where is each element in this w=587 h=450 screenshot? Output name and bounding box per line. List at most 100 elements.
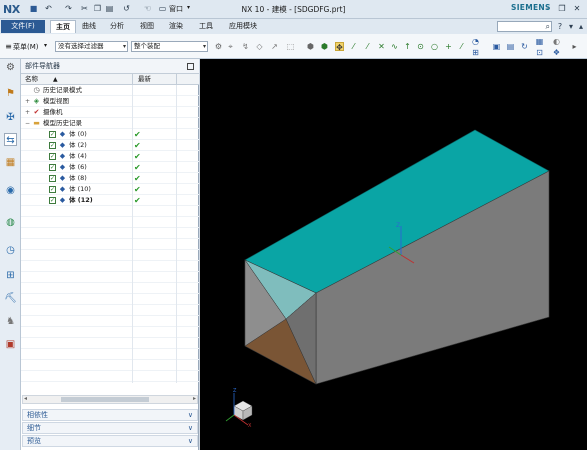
details-panel[interactable]: 细节 ∨ <box>22 422 198 434</box>
maximize-icon[interactable] <box>187 63 194 70</box>
tree-row-label: 摄像机 <box>43 108 63 116</box>
background-icon[interactable]: ◐ <box>552 37 561 46</box>
tab-render[interactable]: 渲染 <box>167 20 185 33</box>
render-style-icon[interactable]: ▦ <box>535 37 544 46</box>
end-point-icon[interactable]: ⁄ <box>349 42 358 51</box>
column-latest[interactable]: 最新 <box>138 74 151 85</box>
dependencies-panel[interactable]: 相依性 ∨ <box>22 409 198 421</box>
tree-row[interactable]: + ✔ 摄像机 <box>21 107 199 118</box>
suppress-checkbox[interactable]: ✓ <box>49 164 56 171</box>
select-body-icon[interactable]: ⬢ <box>306 42 315 51</box>
tree-row[interactable]: ✓ ◆ 体 (2) ✔ <box>21 140 199 151</box>
arc-center-icon[interactable]: ↑ <box>403 42 412 51</box>
tree-row[interactable]: ✓ ◆ 体 (10) ✔ <box>21 184 199 195</box>
fit-icon[interactable]: ▤ <box>506 42 515 51</box>
expand-icon[interactable]: + <box>24 96 31 107</box>
sort-ascending-icon[interactable]: ▲ <box>53 74 58 85</box>
tree-row[interactable]: ✓ ◆ 体 (8) ✔ <box>21 173 199 184</box>
tree-row[interactable]: ✓ ◆ 体 (4) ✔ <box>21 151 199 162</box>
suppress-checkbox[interactable]: ✓ <box>49 197 56 204</box>
tree-row[interactable]: ✓ ◆ 体 (0) ✔ <box>21 129 199 140</box>
chevron-down-icon[interactable]: ∨ <box>188 436 193 446</box>
preview-panel[interactable]: 预览 ∨ <box>22 435 198 447</box>
assembly-navigator-icon[interactable]: ⚑ <box>4 87 17 100</box>
selection-intent-icon[interactable]: ⚙ <box>214 42 223 51</box>
history-mode-icon: ◷ <box>33 86 40 94</box>
tab-tools[interactable]: 工具 <box>197 20 215 33</box>
manufacturing-wizard-icon[interactable]: ⛏ <box>4 292 17 305</box>
edge-display-icon[interactable]: ⊡ <box>535 48 544 57</box>
graphics-window[interactable]: Z Z X <box>200 59 587 450</box>
rectangle-select-icon[interactable]: ⬚ <box>286 42 295 51</box>
tab-application[interactable]: 应用模块 <box>226 20 260 33</box>
assembly-scope-select[interactable]: 整个装配 ▾ <box>131 41 208 52</box>
chevron-down-icon[interactable]: ▾ <box>566 21 576 32</box>
snap-point-icon[interactable]: ✥ <box>335 42 344 52</box>
selection-filter-select[interactable]: 没有选择过滤器 ▾ <box>55 41 128 52</box>
svg-text:X: X <box>248 423 252 429</box>
help-icon[interactable]: ? <box>555 21 565 32</box>
horizontal-scrollbar[interactable]: ◂ ▸ <box>22 395 198 404</box>
roles-icon[interactable]: ♞ <box>4 315 17 328</box>
suppress-checkbox[interactable]: ✓ <box>49 186 56 193</box>
close-button[interactable]: ✕ <box>572 3 582 14</box>
suppress-checkbox[interactable]: ✓ <box>49 131 56 138</box>
restore-button[interactable]: ❐ <box>557 3 567 14</box>
expand-icon[interactable]: + <box>24 107 31 118</box>
suppress-checkbox[interactable]: ✓ <box>49 153 56 160</box>
tree-row[interactable]: ◷ 历史记录模式 <box>21 85 199 96</box>
system-materials-icon[interactable]: ▣ <box>4 338 17 351</box>
select-feature-icon[interactable]: ⌖ <box>226 42 235 51</box>
scroll-thumb[interactable] <box>61 397 149 402</box>
ribbon-options-icon[interactable]: ▴ <box>576 21 586 32</box>
suppress-checkbox[interactable]: ✓ <box>49 175 56 182</box>
toolbar-options-icon[interactable]: ▸ <box>570 42 579 51</box>
web-browser-icon[interactable]: ◍ <box>4 216 17 229</box>
chevron-down-icon[interactable]: ▾ <box>44 42 47 49</box>
intersection-point-icon[interactable]: ∿ <box>390 42 399 51</box>
scroll-right-icon[interactable]: ▸ <box>193 395 196 402</box>
rotate-icon[interactable]: ↻ <box>520 42 529 51</box>
suppress-checkbox[interactable]: ✓ <box>49 142 56 149</box>
command-finder-input[interactable]: ⌕ <box>497 21 552 32</box>
tab-analysis[interactable]: 分析 <box>108 20 126 33</box>
quadrant-point-icon[interactable]: ○ <box>430 42 439 51</box>
tab-home[interactable]: 主页 <box>50 20 76 33</box>
history-icon[interactable]: ◷ <box>4 244 17 257</box>
scroll-left-icon[interactable]: ◂ <box>24 395 27 402</box>
search-icon[interactable]: ⌕ <box>546 22 550 32</box>
tree-row[interactable]: ✓ ◆ 体 (6) ✔ <box>21 162 199 173</box>
point-on-curve-icon[interactable]: ⁄ <box>457 42 466 51</box>
chevron-down-icon[interactable]: ∨ <box>188 423 193 433</box>
tree-row[interactable]: − ▬ 模型历史记录 <box>21 118 199 129</box>
control-point-icon[interactable]: ✕ <box>377 42 386 51</box>
select-curve-icon[interactable]: ↯ <box>241 42 250 51</box>
existing-point-icon[interactable]: + <box>444 42 453 51</box>
reuse-library-icon[interactable]: ▦ <box>4 156 17 169</box>
select-edge-icon[interactable]: ↗ <box>270 42 279 51</box>
select-face-icon[interactable]: ◇ <box>255 42 264 51</box>
tree-row[interactable]: ✓ ◆ 体 (12) ✔ <box>21 195 199 206</box>
menu-button[interactable]: 菜单(M) <box>13 42 39 52</box>
visibility-icon[interactable]: ❖ <box>552 48 561 57</box>
arc-point-icon[interactable]: ⊙ <box>416 42 425 51</box>
collapse-icon[interactable]: − <box>24 118 31 129</box>
tree-row[interactable]: + ◈ 模型视图 <box>21 96 199 107</box>
point-on-face-icon[interactable]: ◔ <box>471 37 480 46</box>
hd3d-tools-icon[interactable]: ◉ <box>4 184 17 197</box>
constraint-navigator-icon[interactable]: ✠ <box>4 111 17 124</box>
menu-icon[interactable]: ≡ <box>4 42 13 51</box>
file-menu[interactable]: 文件(F) <box>1 20 45 33</box>
column-name[interactable]: 名称 <box>25 74 38 85</box>
chevron-down-icon[interactable]: ∨ <box>188 410 193 420</box>
mid-point-icon[interactable]: ⁄ <box>363 42 372 51</box>
settings-icon[interactable]: ⚙ <box>4 61 17 74</box>
snap-toggle-icon[interactable]: ⬢ <box>320 42 329 51</box>
orient-view-icon[interactable]: ▣ <box>492 42 501 51</box>
bounded-grid-icon[interactable]: ⊞ <box>471 48 480 57</box>
process-studio-icon[interactable]: ⊞ <box>4 269 17 282</box>
tab-curve[interactable]: 曲线 <box>80 20 98 33</box>
part-navigator-icon[interactable]: ⇆ <box>4 133 17 146</box>
model-canvas[interactable]: Z Z X <box>200 59 587 450</box>
tab-view[interactable]: 视图 <box>138 20 156 33</box>
